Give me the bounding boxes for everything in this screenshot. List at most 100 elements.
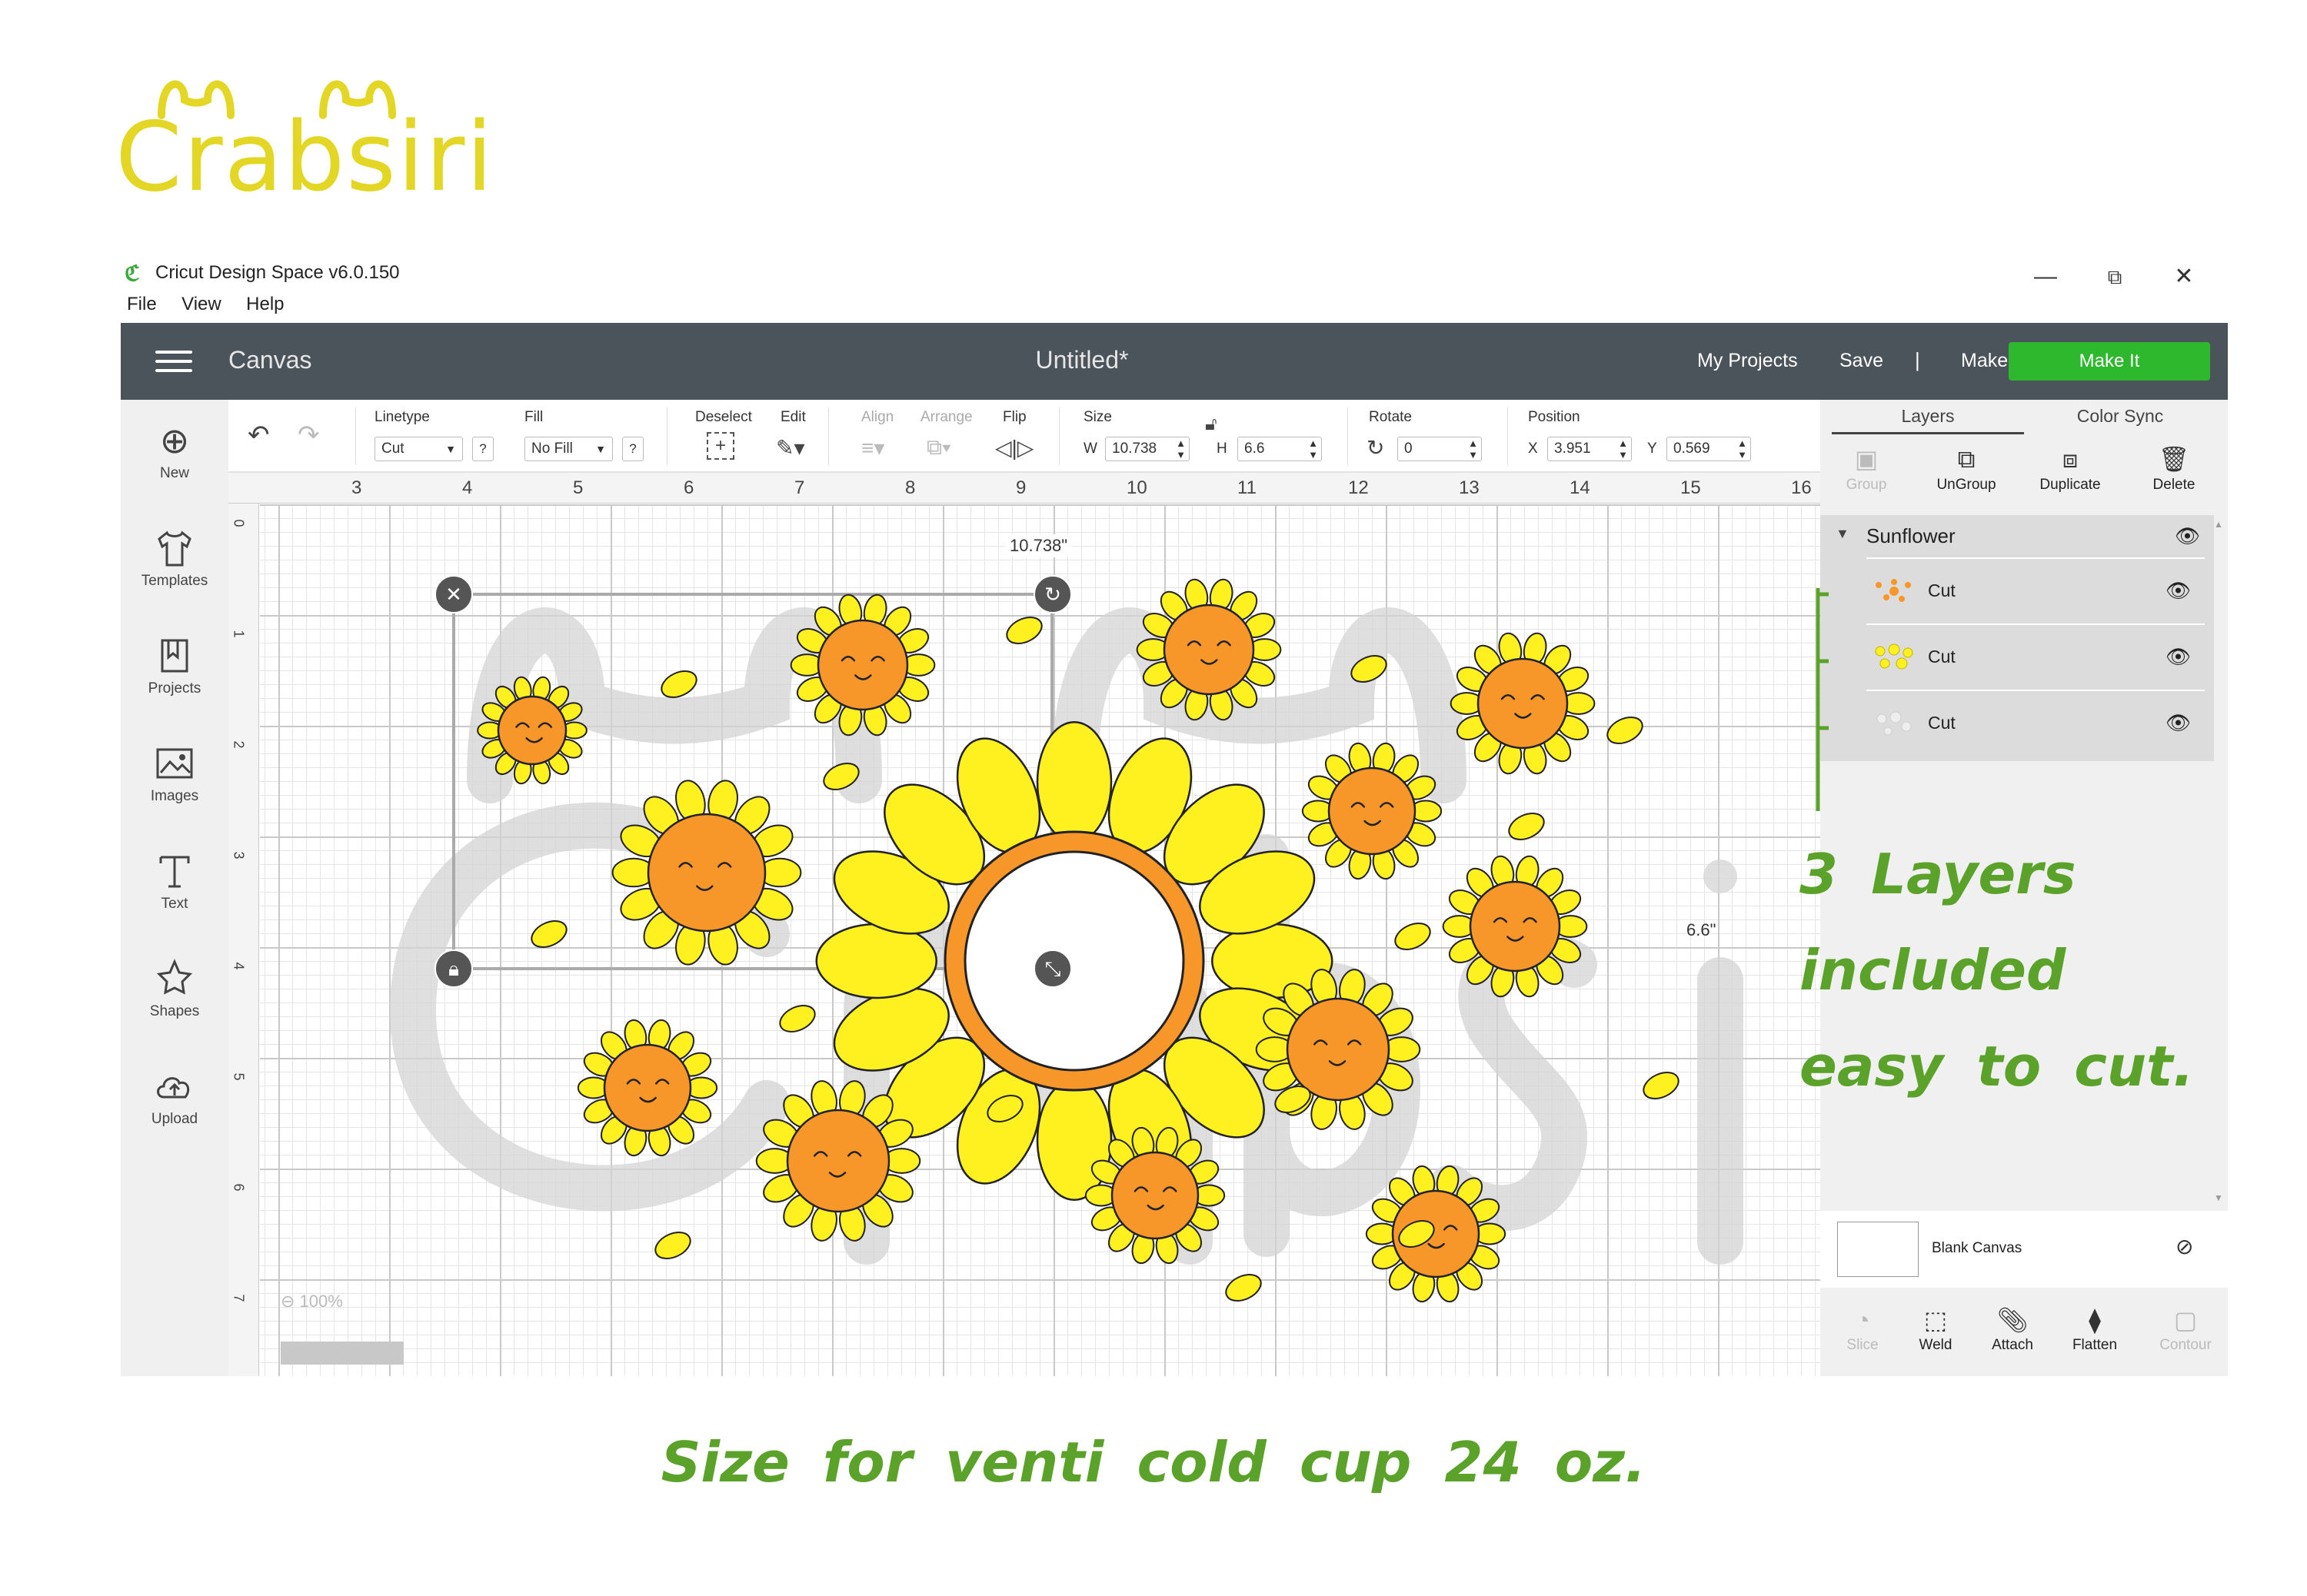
- linetype-select[interactable]: Cut ▼: [375, 437, 463, 461]
- attach-label: Attach: [1992, 1337, 2033, 1353]
- width-input[interactable]: 10.738 ▲ ▼: [1105, 437, 1190, 461]
- layer-row[interactable]: Cut 👁︎: [1866, 690, 2205, 756]
- rotate-input[interactable]: 0 ▲ ▼: [1397, 437, 1482, 461]
- save-link[interactable]: Save: [1839, 350, 1883, 372]
- close-handle-icon-glyph: ✕: [445, 584, 462, 607]
- contour-button[interactable]: ▢ Contour: [2147, 1303, 2224, 1354]
- new-tool[interactable]: ⊕ New: [121, 419, 228, 482]
- fill-select[interactable]: No Fill ▼: [524, 437, 613, 461]
- zoom-control[interactable]: ⊖ 100%: [281, 1292, 343, 1312]
- stepper-icon[interactable]: ▲ ▼: [1308, 437, 1318, 461]
- eye-icon[interactable]: 👁︎: [2166, 711, 2191, 735]
- edit-label: Edit: [781, 409, 806, 425]
- edit-icon[interactable]: ✎▾: [776, 435, 805, 461]
- lock-ratio-icon[interactable]: 🔓︎: [1205, 414, 1217, 435]
- minimize-button[interactable]: —: [2022, 258, 2069, 296]
- fill-value: No Fill: [531, 441, 573, 457]
- y-input[interactable]: 0.569 ▲ ▼: [1666, 437, 1751, 461]
- x-input[interactable]: 3.951 ▲ ▼: [1547, 437, 1632, 461]
- menu-view[interactable]: View: [181, 294, 221, 315]
- shapes-tool[interactable]: Shapes: [121, 957, 228, 1020]
- layers-annotation: 3 Layers included easy to cut.: [1799, 826, 2307, 1115]
- weld-icon: ⬚: [1923, 1306, 1948, 1334]
- blank-canvas-label: Blank Canvas: [1932, 1240, 2022, 1256]
- flip-icon[interactable]: ◁|▷: [995, 435, 1034, 461]
- ungroup-icon: ⧉: [1957, 445, 1976, 473]
- menu-file[interactable]: File: [127, 294, 157, 315]
- flower-center: [817, 619, 909, 711]
- seed-dot: [1606, 717, 1643, 744]
- annotation-line-1: 3 Layers included: [1799, 842, 2076, 1002]
- rotate-value: 0: [1404, 441, 1413, 457]
- menu-help[interactable]: Help: [246, 294, 284, 315]
- text-tool[interactable]: Text: [121, 850, 228, 913]
- images-tool[interactable]: Images: [121, 742, 228, 805]
- make-it-button[interactable]: Make It: [2009, 342, 2210, 381]
- eye-icon[interactable]: 👁︎: [2166, 645, 2191, 669]
- layer-group-sunflower[interactable]: ▼ Sunflower 👁︎ Cut 👁︎ Cut 👁︎ Cut 👁︎: [1820, 515, 2214, 761]
- sunflower-design[interactable]: ✕ ↻ 🔒︎ ⤡: [228, 473, 1820, 1376]
- contour-label: Contour: [2159, 1337, 2212, 1353]
- flatten-icon: ⧫: [2089, 1306, 2101, 1334]
- upload-tool[interactable]: Upload: [121, 1065, 228, 1128]
- resize-handle-icon-glyph: ⤡: [1045, 958, 1061, 981]
- close-window-button[interactable]: ✕: [2161, 258, 2207, 296]
- height-input[interactable]: 6.6 ▲ ▼: [1237, 437, 1322, 461]
- ungroup-label: UnGroup: [1936, 477, 1996, 493]
- tab-color-sync[interactable]: Color Sync: [2024, 406, 2216, 427]
- slice-label: Slice: [1846, 1337, 1879, 1353]
- seed-dot: [1350, 655, 1387, 683]
- templates-tool[interactable]: Templates: [121, 527, 228, 590]
- align-icon[interactable]: ≡▾: [861, 435, 884, 461]
- layer-name: Cut: [1928, 647, 1956, 667]
- design-canvas[interactable]: 3 4 5 6 7 8 9 10 11 12 13 14 15 16 01234567 ✕ ↻ 🔒︎ ⤡ 10.…: [228, 473, 1820, 1376]
- slice-button[interactable]: ◔ Slice: [1824, 1303, 1901, 1354]
- tab-layers[interactable]: Layers: [1832, 406, 2024, 427]
- restore-button[interactable]: ⧉: [2092, 258, 2138, 296]
- delete-button[interactable]: 🗑︎ Delete: [2132, 442, 2216, 494]
- layer-row[interactable]: Cut 👁︎: [1866, 557, 2205, 623]
- group-button[interactable]: ▣ Group: [1824, 442, 1909, 494]
- horizontal-scrollbar[interactable]: [281, 1342, 404, 1365]
- seed-dot: [531, 920, 568, 948]
- eye-icon[interactable]: 👁︎: [2175, 524, 2200, 548]
- menu-bar: File View Help: [127, 294, 306, 324]
- weld-button[interactable]: ⬚ Weld: [1897, 1303, 1974, 1354]
- hamburger-menu-icon[interactable]: [155, 351, 192, 374]
- linetype-help-button[interactable]: ?: [472, 437, 494, 461]
- eye-icon[interactable]: 👁︎: [2166, 579, 2191, 603]
- stepper-icon[interactable]: ▲ ▼: [1618, 437, 1628, 461]
- zoom-out-icon[interactable]: ⊖: [281, 1292, 300, 1311]
- contour-icon: ▢: [2173, 1306, 2198, 1334]
- height-dimension-label: 6.6": [1686, 920, 1716, 939]
- height-value: 6.6: [1244, 441, 1265, 457]
- linetype-label: Linetype: [375, 409, 430, 425]
- shapes-icon: [153, 957, 196, 1000]
- stepper-icon[interactable]: ▲ ▼: [1468, 437, 1478, 461]
- my-projects-link[interactable]: My Projects: [1697, 350, 1798, 372]
- redo-icon[interactable]: ↷: [298, 420, 320, 451]
- fill-help-button[interactable]: ?: [622, 437, 644, 461]
- ungroup-button[interactable]: ⧉ UnGroup: [1924, 442, 2009, 494]
- arrange-icon[interactable]: ⧉▾: [927, 435, 951, 461]
- eye-hidden-icon[interactable]: ⊘: [2176, 1234, 2193, 1259]
- dropdown-caret-icon: ▼: [595, 443, 606, 455]
- duplicate-button[interactable]: ⧈ Duplicate: [2028, 442, 2112, 494]
- undo-icon[interactable]: ↶: [248, 420, 270, 451]
- attach-button[interactable]: 📎︎ Attach: [1974, 1303, 2051, 1354]
- position-label: Position: [1528, 409, 1580, 425]
- deselect-icon[interactable]: +: [707, 432, 734, 460]
- machine-select[interactable]: Maker: [1961, 350, 2014, 372]
- flatten-button[interactable]: ⧫ Flatten: [2056, 1303, 2133, 1354]
- layer-row[interactable]: Cut 👁︎: [1866, 623, 2205, 690]
- stepper-icon[interactable]: ▲ ▼: [1737, 437, 1747, 461]
- x-value: 3.951: [1554, 441, 1591, 457]
- linetype-value: Cut: [381, 441, 404, 457]
- cricut-logo-icon: ℭ: [125, 261, 140, 285]
- arrange-label: Arrange: [920, 409, 973, 425]
- blank-canvas-row[interactable]: Blank Canvas ⊘: [1820, 1211, 2228, 1288]
- slice-icon: ◔: [1855, 1306, 1870, 1334]
- collapse-caret-icon[interactable]: ▼: [1836, 526, 1849, 542]
- projects-tool[interactable]: Projects: [121, 634, 228, 697]
- stepper-icon[interactable]: ▲ ▼: [1176, 437, 1186, 461]
